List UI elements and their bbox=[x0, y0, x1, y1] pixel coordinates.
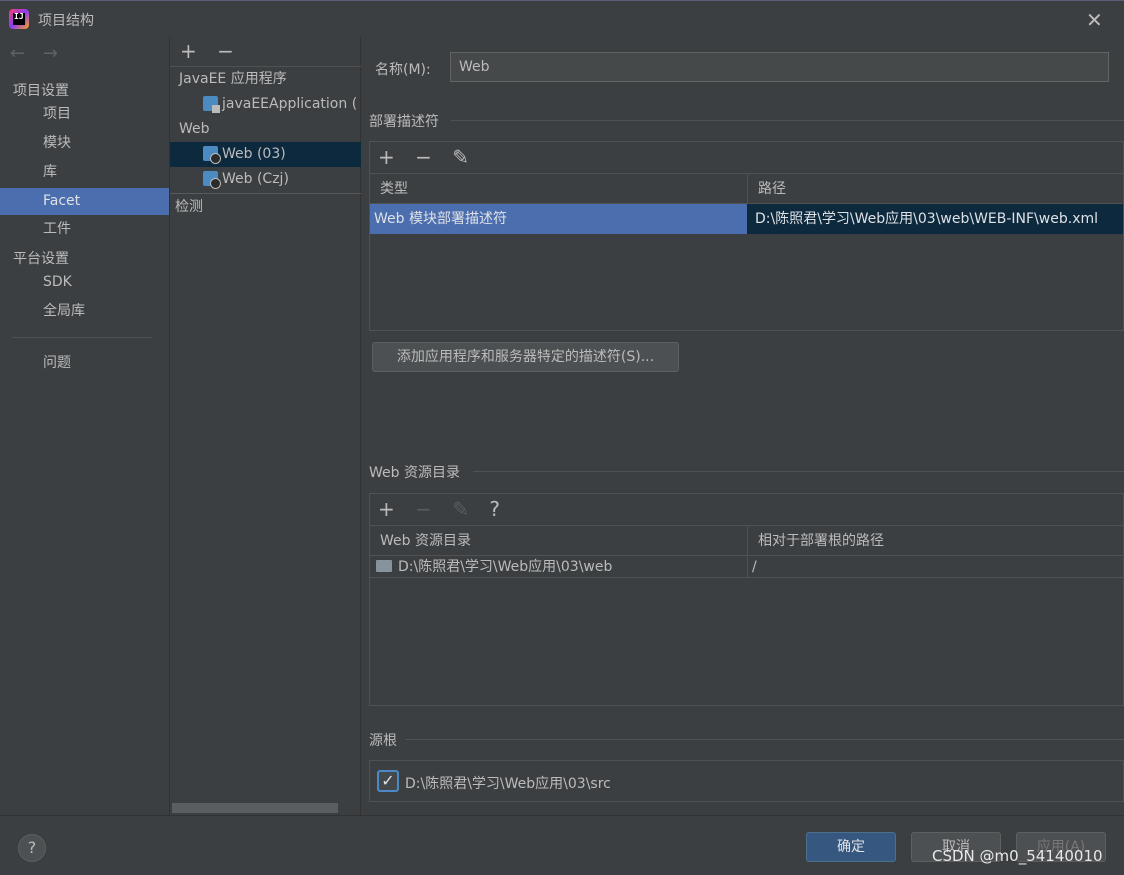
settings-nav: ← → 项目设置 项目 模块 库 Facet 工件 平台设置 SDK 全局库 问… bbox=[0, 37, 169, 815]
resource-section-title: Web 资源目录 bbox=[369, 465, 460, 481]
resource-table-header: Web 资源目录 相对于部署根的路径 bbox=[370, 526, 1123, 556]
tree-divider bbox=[170, 193, 361, 194]
section-divider bbox=[405, 739, 1124, 740]
add-resource-icon[interactable]: + bbox=[378, 497, 395, 521]
source-section-title: 源根 bbox=[369, 733, 397, 749]
facet-settings-panel: 名称(M): Web 部署描述符 + − ✎ 类型 路径 Web 模块部署描述符… bbox=[361, 37, 1124, 815]
table-row[interactable]: Web 模块部署描述符 D:\陈照君\学习\Web应用\03\web\WEB-I… bbox=[370, 204, 1123, 234]
nav-item-sdk[interactable]: SDK bbox=[0, 269, 169, 296]
window-title: 项目结构 bbox=[38, 13, 94, 29]
add-server-descriptor-button[interactable]: 添加应用程序和服务器特定的描述符(S)... bbox=[372, 342, 679, 372]
cell-resource-dir: D:\陈照君\学习\Web应用\03\web bbox=[370, 556, 748, 577]
nav-item-libraries[interactable]: 库 bbox=[0, 159, 169, 186]
tree-node-javaee-app[interactable]: javaEEApplication ( bbox=[170, 92, 361, 117]
tree-node-label: javaEEApplication ( bbox=[222, 96, 358, 112]
nav-section-platform: 平台设置 bbox=[13, 251, 69, 267]
forward-arrow-icon[interactable]: → bbox=[43, 43, 58, 64]
column-header-relative-path[interactable]: 相对于部署根的路径 bbox=[748, 526, 1123, 555]
nav-item-global-libraries[interactable]: 全局库 bbox=[0, 298, 169, 325]
close-icon[interactable]: ✕ bbox=[1086, 8, 1103, 32]
folder-icon bbox=[376, 560, 392, 572]
name-label: 名称(M): bbox=[375, 62, 431, 78]
resource-table-panel: + − ✎ ? Web 资源目录 相对于部署根的路径 D:\陈照君\学习\Web… bbox=[369, 493, 1124, 706]
nav-item-facet[interactable]: Facet bbox=[0, 188, 169, 215]
nav-section-project: 项目设置 bbox=[13, 83, 69, 99]
column-header-type[interactable]: 类型 bbox=[370, 174, 748, 203]
column-header-resource-dir[interactable]: Web 资源目录 bbox=[370, 526, 748, 555]
horizontal-scrollbar[interactable] bbox=[172, 803, 338, 813]
tree-node-inspection[interactable]: 检测 bbox=[170, 195, 361, 220]
remove-descriptor-icon[interactable]: − bbox=[415, 145, 432, 169]
section-divider bbox=[473, 471, 1124, 472]
nav-item-modules[interactable]: 模块 bbox=[0, 130, 169, 157]
help-button[interactable]: ? bbox=[18, 834, 46, 862]
remove-resource-icon[interactable]: − bbox=[415, 497, 432, 521]
source-root-checkbox[interactable]: ✓ bbox=[377, 770, 399, 792]
tree-toolbar: + − bbox=[180, 39, 248, 63]
deploy-table-panel: + − ✎ 类型 路径 Web 模块部署描述符 D:\陈照君\学习\Web应用\… bbox=[369, 141, 1124, 331]
tree-node-web-czj[interactable]: Web (Czj) bbox=[170, 167, 361, 192]
deploy-table-header: 类型 路径 bbox=[370, 174, 1123, 204]
resource-toolbar: + − ✎ ? bbox=[370, 494, 1123, 526]
javaee-app-icon bbox=[203, 96, 220, 113]
deploy-toolbar: + − ✎ bbox=[370, 142, 1123, 174]
tree-node-web-03[interactable]: Web (03) bbox=[170, 142, 361, 167]
facet-tree: + − JavaEE 应用程序 javaEEApplication ( Web … bbox=[169, 37, 361, 815]
intellij-logo-icon: IJ bbox=[9, 9, 29, 29]
add-descriptor-icon[interactable]: + bbox=[378, 145, 395, 169]
remove-facet-button[interactable]: − bbox=[217, 39, 234, 63]
ok-button[interactable]: 确定 bbox=[806, 832, 896, 862]
nav-item-project[interactable]: 项目 bbox=[0, 101, 169, 128]
nav-divider bbox=[12, 337, 152, 338]
cell-path: D:\陈照君\学习\Web应用\03\web\WEB-INF\web.xml bbox=[747, 204, 1123, 234]
watermark: CSDN @m0_54140010 bbox=[932, 847, 1103, 865]
add-facet-button[interactable]: + bbox=[180, 39, 197, 63]
tree-group-javaee[interactable]: JavaEE 应用程序 bbox=[170, 67, 361, 92]
cell-type: Web 模块部署描述符 bbox=[370, 204, 747, 234]
dialog-footer: ? 确定 取消 应用(A) CSDN @m0_54140010 bbox=[0, 815, 1124, 875]
cell-resource-dir-text: D:\陈照君\学习\Web应用\03\web bbox=[398, 559, 613, 575]
name-field[interactable]: Web bbox=[450, 52, 1109, 82]
tree-node-label: Web (Czj) bbox=[222, 171, 289, 187]
tree-node-label: Web (03) bbox=[222, 146, 286, 162]
table-row[interactable]: D:\陈照君\学习\Web应用\03\web / bbox=[370, 556, 1123, 578]
back-arrow-icon[interactable]: ← bbox=[10, 43, 25, 64]
section-divider bbox=[451, 120, 1124, 121]
nav-item-artifacts[interactable]: 工件 bbox=[0, 216, 169, 243]
cell-relative-path: / bbox=[752, 559, 757, 575]
edit-resource-icon[interactable]: ✎ bbox=[452, 497, 469, 521]
web-facet-icon bbox=[203, 171, 221, 189]
web-facet-icon bbox=[203, 146, 221, 164]
source-root-path: D:\陈照君\学习\Web应用\03\src bbox=[405, 776, 611, 792]
deploy-section-title: 部署描述符 bbox=[369, 114, 439, 130]
column-header-path[interactable]: 路径 bbox=[748, 174, 1123, 203]
edit-descriptor-icon[interactable]: ✎ bbox=[452, 145, 469, 169]
help-icon[interactable]: ? bbox=[489, 497, 500, 521]
nav-arrows: ← → bbox=[10, 43, 70, 64]
tree-group-web[interactable]: Web bbox=[170, 117, 361, 142]
title-bar: IJ 项目结构 ✕ bbox=[0, 0, 1124, 37]
nav-item-problems[interactable]: 问题 bbox=[0, 350, 169, 377]
